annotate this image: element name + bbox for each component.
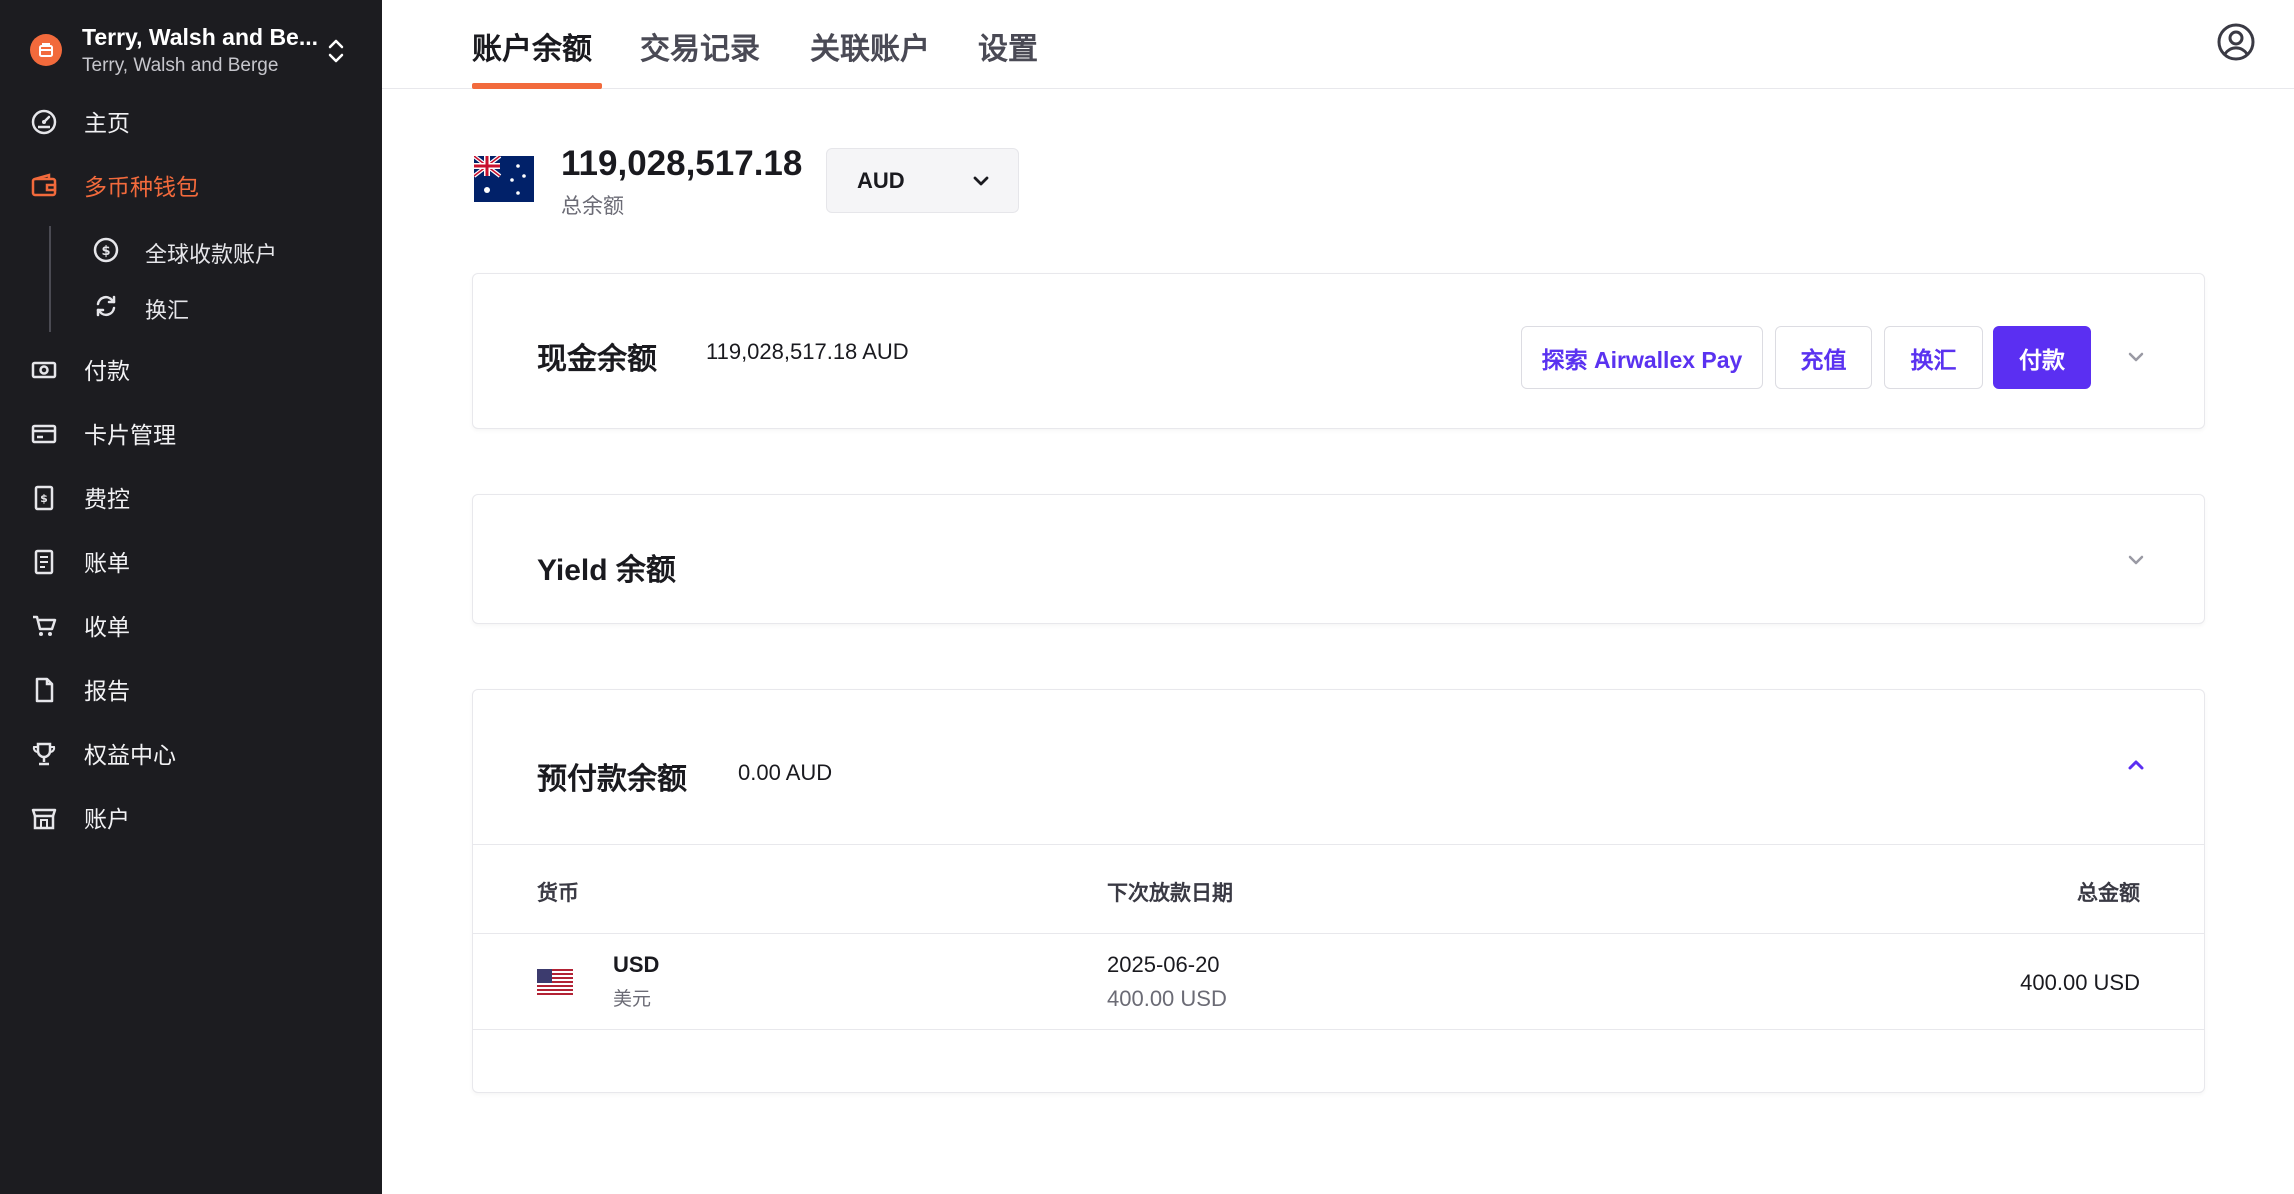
sidebar-item-label: 主页 <box>84 110 130 136</box>
cart-icon <box>33 615 57 636</box>
tab-linked-accounts[interactable]: 关联账户 <box>810 24 930 68</box>
sidebar-item-cards[interactable]: 卡片管理 <box>0 408 382 458</box>
sidebar-item-label: 付款 <box>84 358 130 384</box>
sidebar-item-rewards[interactable]: 权益中心 <box>0 728 382 778</box>
sidebar-item-label: 账户 <box>84 806 130 832</box>
tab-settings[interactable]: 设置 <box>978 24 1038 68</box>
svg-text:$: $ <box>40 492 48 505</box>
sidebar-subitem-global-accounts[interactable]: $ 全球收款账户 <box>0 226 382 272</box>
yield-balance-title: Yield 余额 <box>537 554 676 587</box>
row-currency-code: USD <box>613 952 660 977</box>
sidebar-item-payments[interactable]: 付款 <box>0 344 382 394</box>
total-balance-amount: 119,028,517.18 <box>561 144 803 183</box>
org-logo-icon <box>30 34 62 66</box>
top-navigation: 账户余额 交易记录 关联账户 设置 <box>382 0 2294 89</box>
sidebar-item-label: 账单 <box>84 550 130 576</box>
sidebar: Terry, Walsh and Be... Terry, Walsh and … <box>0 0 382 1194</box>
exchange-button[interactable]: 换汇 <box>1884 326 1983 389</box>
sidebar-subitem-fx[interactable]: 换汇 <box>0 282 382 328</box>
svg-text:$: $ <box>101 244 110 259</box>
chevron-up-down-icon[interactable] <box>324 36 348 66</box>
sidebar-item-home[interactable]: 主页 <box>0 96 382 146</box>
currency-select[interactable]: AUD <box>826 148 1019 213</box>
dashboard-icon <box>31 109 57 135</box>
sidebar-item-label: 收单 <box>84 614 130 640</box>
usa-flag-icon <box>537 969 573 995</box>
sidebar-item-reports[interactable]: 报告 <box>0 664 382 714</box>
total-balance-label: 总余额 <box>561 195 624 218</box>
sidebar-subitem-label: 全球收款账户 <box>145 242 278 267</box>
table-row[interactable]: USD 美元 2025-06-20 400.00 USD 400.00 USD <box>473 934 2204 1030</box>
cash-balance-title: 现金余额 <box>537 343 657 376</box>
org-name: Terry, Walsh and Be... <box>82 24 319 50</box>
refresh-icon <box>96 295 116 317</box>
prepaid-balance-amount: 0.00 AUD <box>738 760 833 785</box>
sidebar-item-label: 多币种钱包 <box>84 174 199 200</box>
row-currency-name: 美元 <box>613 989 652 1010</box>
expense-icon: $ <box>34 485 54 511</box>
chevron-down-icon[interactable] <box>2123 547 2149 573</box>
sidebar-item-expense[interactable]: $ 费控 <box>0 472 382 522</box>
column-header-total: 总金额 <box>2077 882 2140 905</box>
sidebar-item-label: 报告 <box>84 678 130 704</box>
prepaid-table-header: 货币 下次放款日期 总金额 <box>473 844 2204 934</box>
row-next-release-amount: 400.00 USD <box>1107 986 1227 1011</box>
payment-icon <box>31 361 57 379</box>
cash-balance-card: 现金余额 119,028,517.18 AUD 探索 Airwallex Pay… <box>472 273 2205 429</box>
yield-balance-card[interactable]: Yield 余额 <box>472 494 2205 624</box>
cash-balance-amount: 119,028,517.18 AUD <box>706 339 909 364</box>
column-header-next-release-date: 下次放款日期 <box>1107 882 1233 905</box>
bill-icon <box>34 549 54 575</box>
tab-account-balance[interactable]: 账户余额 <box>472 24 592 68</box>
sidebar-item-label: 权益中心 <box>84 742 176 768</box>
sidebar-item-label: 费控 <box>84 486 130 512</box>
sidebar-item-account[interactable]: 账户 <box>0 792 382 842</box>
row-next-release-date: 2025-06-20 <box>1107 952 1220 977</box>
pay-button[interactable]: 付款 <box>1993 326 2091 389</box>
org-subtitle: Terry, Walsh and Berge <box>82 55 279 76</box>
chevron-down-icon[interactable] <box>2123 344 2149 370</box>
trophy-icon <box>32 742 56 766</box>
chevron-up-icon[interactable] <box>2123 752 2149 778</box>
dollar-circle-icon: $ <box>93 237 119 263</box>
currency-select-value: AUD <box>857 168 905 193</box>
wallet-icon <box>31 173 57 197</box>
chevron-down-icon <box>973 176 989 186</box>
org-switcher[interactable]: Terry, Walsh and Be... Terry, Walsh and … <box>0 0 382 100</box>
prepaid-balance-title: 预付款余额 <box>537 763 687 796</box>
store-icon <box>31 808 57 830</box>
user-profile-icon[interactable] <box>2216 22 2256 62</box>
report-icon <box>35 677 54 703</box>
sidebar-subitem-label: 换汇 <box>145 298 190 323</box>
sidebar-item-label: 卡片管理 <box>84 422 176 448</box>
column-header-currency: 货币 <box>537 882 579 905</box>
prepaid-balance-card: 预付款余额 0.00 AUD 货币 下次放款日期 总金额 USD 美元 2025… <box>472 689 2205 1093</box>
australia-flag-icon <box>474 156 534 202</box>
sidebar-item-wallet[interactable]: 多币种钱包 <box>0 160 382 210</box>
explore-airwallex-pay-button[interactable]: 探索 Airwallex Pay <box>1521 326 1763 389</box>
sidebar-item-bills[interactable]: 账单 <box>0 536 382 586</box>
tab-transactions[interactable]: 交易记录 <box>640 24 760 68</box>
active-tab-indicator <box>472 83 602 89</box>
row-total-amount: 400.00 USD <box>2020 970 2140 995</box>
deposit-button[interactable]: 充值 <box>1775 326 1872 389</box>
sidebar-item-acquiring[interactable]: 收单 <box>0 600 382 650</box>
card-icon <box>31 424 57 444</box>
